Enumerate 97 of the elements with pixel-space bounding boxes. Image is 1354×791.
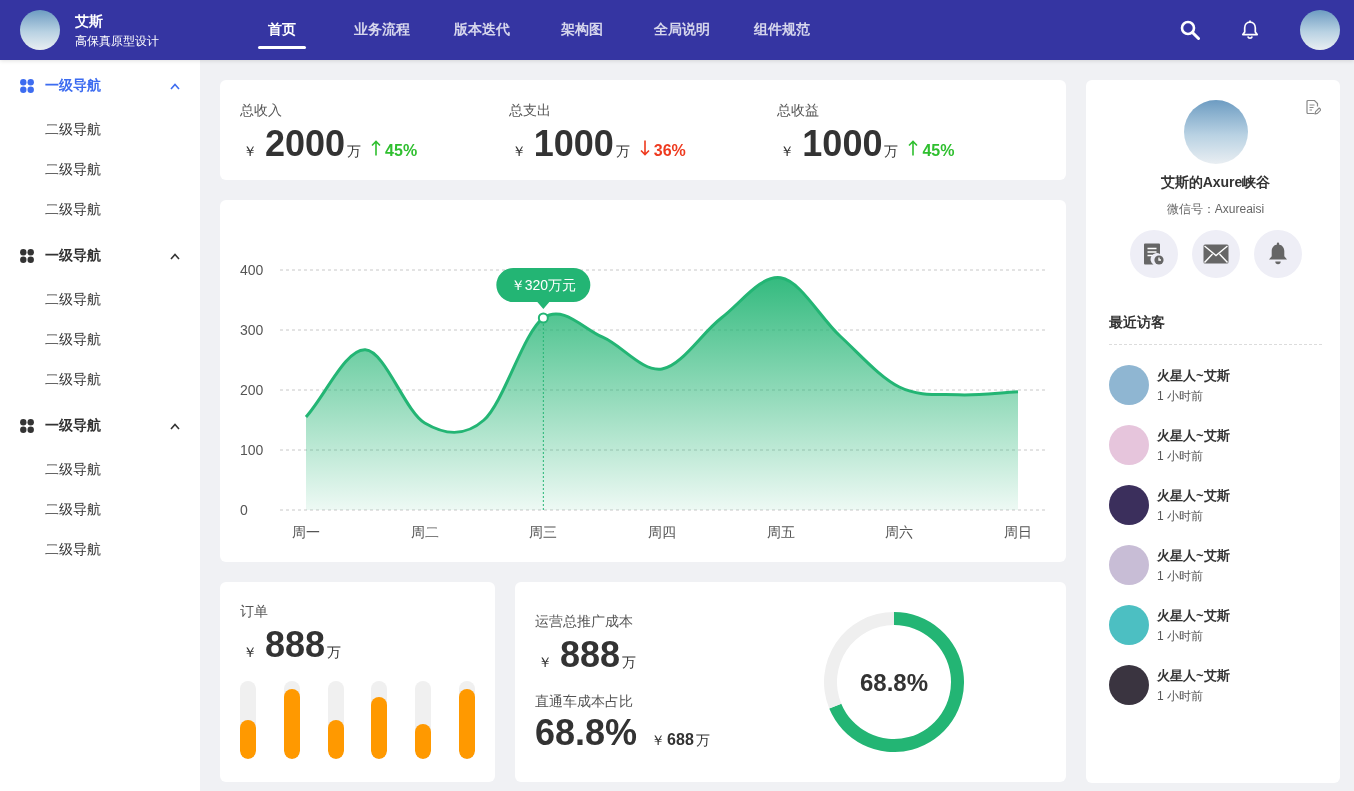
axis-label: 周一 <box>292 524 320 540</box>
user-avatar-placeholder[interactable] <box>1300 10 1340 50</box>
chevron-up-icon[interactable] <box>170 252 180 260</box>
notification-button[interactable] <box>1253 230 1302 278</box>
visitor-name: 火星人~艾斯 <box>1157 487 1230 503</box>
arrow-up-icon <box>908 140 919 156</box>
stat-label: 总收入 <box>240 102 282 118</box>
section-title: 最近访客 <box>1109 314 1166 330</box>
visitor-name: 火星人~艾斯 <box>1157 667 1230 683</box>
tooltip-label: ￥320万元 <box>510 277 576 293</box>
edit-icon[interactable] <box>1305 99 1321 115</box>
cost-value: 888 <box>560 635 621 675</box>
amount-value: 688 <box>667 731 694 749</box>
visitor-name: 火星人~艾斯 <box>1157 367 1230 383</box>
unit-label: 万 <box>884 143 899 161</box>
ratio-label: 直通车成本占比 <box>535 693 633 709</box>
visitor-name: 火星人~艾斯 <box>1157 427 1230 443</box>
nav-tab[interactable]: 业务流程 <box>344 0 420 60</box>
nav-item[interactable]: 二级导航 <box>0 150 200 190</box>
change-percent: 45% <box>922 142 955 160</box>
mail-button[interactable] <box>1191 230 1240 278</box>
search-icon[interactable] <box>1180 20 1200 40</box>
axis-label: 周四 <box>648 524 676 540</box>
chevron-up-icon[interactable] <box>170 422 180 430</box>
visit-time: 1 小时前 <box>1157 508 1204 523</box>
grid-dots-icon <box>20 249 34 263</box>
nav-item[interactable]: 二级导航 <box>0 530 200 570</box>
avatar-placeholder <box>20 10 60 50</box>
nav-item[interactable]: 二级导航 <box>0 320 200 360</box>
visit-time: 1 小时前 <box>1157 388 1204 403</box>
stat-label: 总支出 <box>508 102 551 118</box>
nav-tab[interactable]: 全局说明 <box>644 0 720 60</box>
nav-item[interactable]: 二级导航 <box>0 190 200 230</box>
cost-label: 运营总推广成本 <box>535 613 633 629</box>
currency-sign: ￥ <box>780 143 795 161</box>
visitor-name: 火星人~艾斯 <box>1157 607 1230 623</box>
unit-label: 万 <box>347 143 362 161</box>
arrow-down-icon <box>639 140 650 156</box>
orders-label: 订单 <box>240 603 268 619</box>
visit-time: 1 小时前 <box>1157 448 1204 463</box>
nav-tab[interactable]: 组件规范 <box>744 0 820 60</box>
axis-label: 周三 <box>529 524 558 540</box>
brand-name: 艾斯 <box>75 12 104 29</box>
grid-dots-icon <box>20 79 34 93</box>
nav-group-header[interactable]: 一级导航 <box>0 236 200 276</box>
nav-group-header[interactable]: 一级导航 <box>0 66 200 106</box>
bell-icon <box>1266 242 1289 266</box>
ring-percent: 68.8% <box>859 669 929 696</box>
nav-tab[interactable]: 架构图 <box>551 0 613 60</box>
currency-sign: ￥ <box>243 644 257 662</box>
visit-time: 1 小时前 <box>1157 568 1204 583</box>
orders-value: 888 <box>265 625 326 665</box>
brand-subtitle: 高保真原型设计 <box>75 33 159 48</box>
nav-item[interactable]: 二级导航 <box>0 450 200 490</box>
stat-value: 1000 <box>533 124 614 164</box>
unit-label: 万 <box>622 654 637 672</box>
stat-value: 2000 <box>265 124 346 164</box>
change-percent: 36% <box>653 142 686 160</box>
wechat-id: 微信号：Axureaisi <box>1166 202 1265 216</box>
change-percent: 45% <box>385 142 418 160</box>
nav-item[interactable]: 二级导航 <box>0 360 200 400</box>
currency-sign: ￥ <box>538 654 552 672</box>
axis-label: 周二 <box>410 524 439 540</box>
nav-item[interactable]: 二级导航 <box>0 280 200 320</box>
data-point-marker <box>537 312 549 324</box>
nav-item[interactable]: 二级导航 <box>0 110 200 150</box>
currency-sign: ￥ <box>511 143 526 161</box>
ratio-value: 68.8% <box>535 713 638 753</box>
visitor-name: 火星人~艾斯 <box>1157 547 1230 563</box>
profile-name: 艾斯的Axure峡谷 <box>1160 174 1271 190</box>
grid-dots-icon <box>20 419 34 433</box>
arrow-up-icon <box>371 140 382 156</box>
document-clock-icon <box>1142 242 1165 266</box>
nav-group-header[interactable]: 一级导航 <box>0 406 200 446</box>
axis-label: 周六 <box>885 524 914 540</box>
axis-label: 周五 <box>766 524 795 540</box>
stat-label: 总收益 <box>777 102 820 118</box>
visit-time: 1 小时前 <box>1157 688 1204 703</box>
unit-label: 万 <box>327 644 342 662</box>
axis-label: 100 <box>240 442 264 458</box>
currency-sign: ￥ <box>651 732 666 750</box>
axis-label: 周日 <box>1004 524 1032 540</box>
axis-label: 300 <box>240 322 264 338</box>
document-button[interactable] <box>1129 230 1178 278</box>
visit-time: 1 小时前 <box>1157 628 1204 643</box>
axis-label: 400 <box>240 262 264 278</box>
unit-label: 万 <box>695 732 710 750</box>
mail-icon <box>1202 244 1229 264</box>
nav-item[interactable]: 二级导航 <box>0 490 200 530</box>
nav-tab[interactable]: 首页 <box>258 0 306 60</box>
unit-label: 万 <box>615 143 630 161</box>
axis-label: 200 <box>240 382 264 398</box>
axis-label: 0 <box>240 502 248 518</box>
currency-sign: ￥ <box>243 143 257 161</box>
nav-tab[interactable]: 版本迭代 <box>444 0 520 60</box>
stat-value: 1000 <box>802 124 883 164</box>
bell-icon[interactable] <box>1240 20 1260 40</box>
